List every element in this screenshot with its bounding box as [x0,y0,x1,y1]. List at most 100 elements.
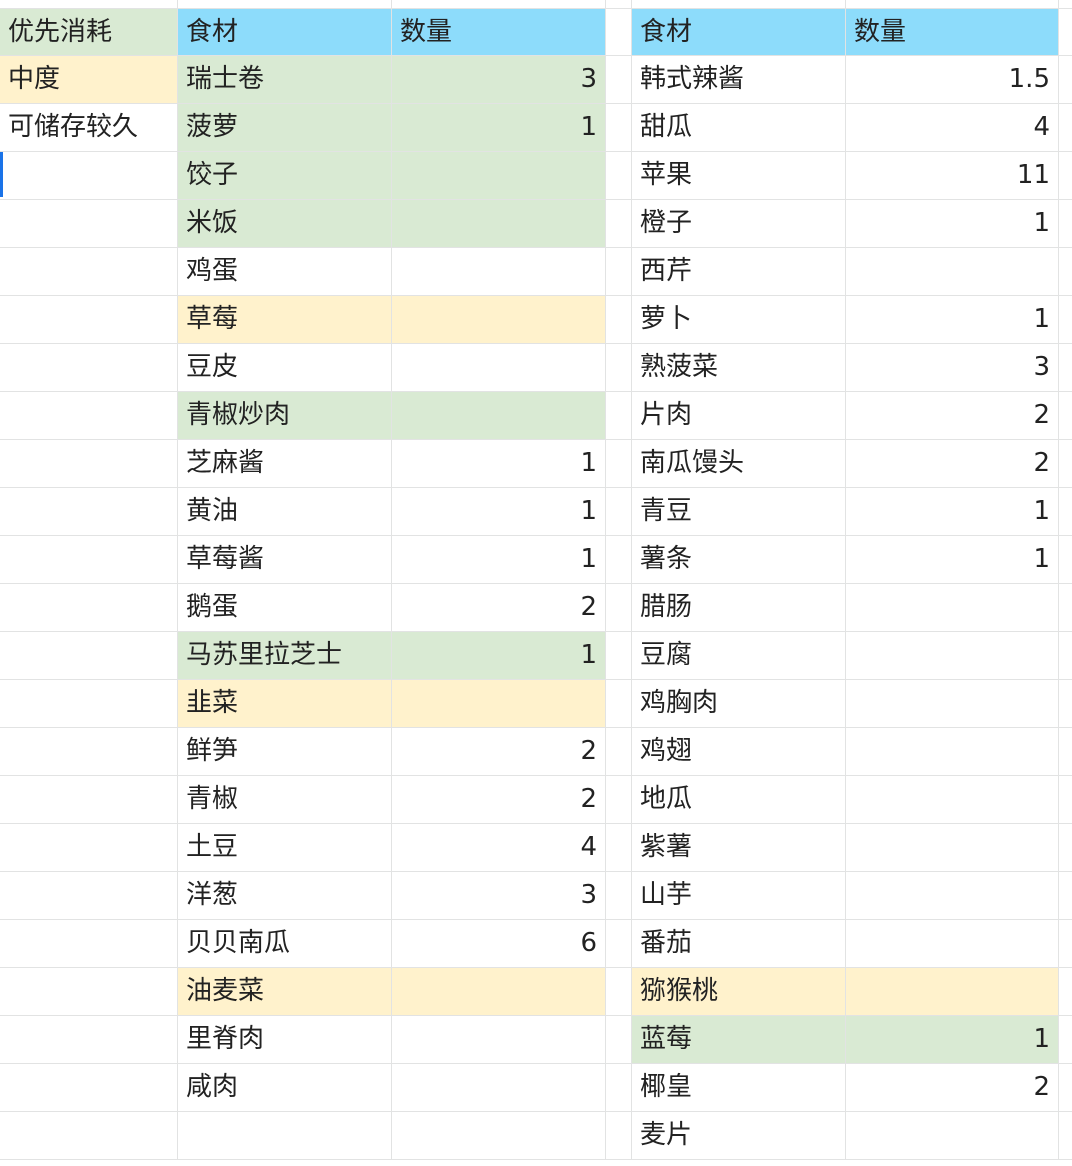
table2-qty-cell[interactable] [846,968,1059,1016]
legend-item-cell[interactable]: 可储存较久 [0,104,178,152]
spacer-cell[interactable] [606,392,632,440]
table2-name-cell[interactable]: 山芋 [632,872,846,920]
table1-qty-cell[interactable]: 2 [392,584,606,632]
table2-qty-cell[interactable]: 11 [846,152,1059,200]
empty-cell[interactable] [0,680,178,728]
spacer-cell[interactable] [606,632,632,680]
table1-name-cell[interactable]: 豆皮 [178,344,392,392]
empty-cell[interactable] [0,344,178,392]
table1-name-cell[interactable]: 油麦菜 [178,968,392,1016]
table2-name-cell[interactable]: 韩式辣酱 [632,56,846,104]
trailing-cell[interactable] [1059,584,1072,632]
spacer-cell[interactable] [606,296,632,344]
trailing-cell[interactable] [1059,56,1072,104]
table1-qty-cell[interactable]: 4 [392,824,606,872]
table1-name-cell[interactable]: 土豆 [178,824,392,872]
table2-qty-cell[interactable]: 2 [846,392,1059,440]
table2-header-name[interactable]: 食材 [632,8,846,56]
table1-qty-cell[interactable] [392,248,606,296]
table1-name-cell[interactable]: 鲜笋 [178,728,392,776]
table1-name-cell[interactable]: 草莓酱 [178,536,392,584]
trailing-cell[interactable] [1059,344,1072,392]
legend-header-cell[interactable]: 优先消耗 [0,8,178,56]
trailing-cell[interactable] [1059,536,1072,584]
table2-name-cell[interactable]: 椰皇 [632,1064,846,1112]
table1-qty-cell[interactable] [392,200,606,248]
spacer-cell[interactable] [606,1112,632,1160]
table1-qty-cell[interactable]: 3 [392,56,606,104]
table2-qty-cell[interactable]: 1 [846,200,1059,248]
spacer-cell[interactable] [606,824,632,872]
spacer-cell[interactable] [606,536,632,584]
empty-cell[interactable] [0,200,178,248]
table2-name-cell[interactable]: 苹果 [632,152,846,200]
table2-qty-cell[interactable] [846,776,1059,824]
table1-qty-cell[interactable]: 6 [392,920,606,968]
spacer-cell[interactable] [606,680,632,728]
table2-name-cell[interactable]: 片肉 [632,392,846,440]
empty-cell[interactable] [0,872,178,920]
table1-name-cell[interactable]: 青椒 [178,776,392,824]
table2-qty-cell[interactable] [846,1112,1059,1160]
empty-cell[interactable] [0,1064,178,1112]
table2-qty-cell[interactable]: 2 [846,440,1059,488]
empty-cell[interactable] [0,728,178,776]
table2-name-cell[interactable]: 猕猴桃 [632,968,846,1016]
trailing-cell[interactable] [1059,248,1072,296]
table1-qty-cell[interactable]: 2 [392,776,606,824]
table2-name-cell[interactable]: 紫薯 [632,824,846,872]
spacer-cell[interactable] [606,440,632,488]
spacer-cell[interactable] [606,344,632,392]
spacer-cell[interactable] [606,776,632,824]
spacer-cell[interactable] [606,152,632,200]
trailing-cell[interactable] [1059,488,1072,536]
empty-cell[interactable] [0,824,178,872]
trailing-cell[interactable] [1059,776,1072,824]
spacer-cell[interactable] [606,104,632,152]
table1-qty-cell[interactable]: 1 [392,632,606,680]
spacer-cell[interactable] [606,56,632,104]
table2-name-cell[interactable]: 地瓜 [632,776,846,824]
table2-qty-cell[interactable] [846,248,1059,296]
empty-cell[interactable] [0,920,178,968]
spacer-cell[interactable] [606,1016,632,1064]
table2-name-cell[interactable]: 鸡胸肉 [632,680,846,728]
empty-cell[interactable] [0,632,178,680]
table1-name-cell[interactable]: 鹅蛋 [178,584,392,632]
table1-name-cell[interactable]: 菠萝 [178,104,392,152]
empty-cell[interactable] [0,1016,178,1064]
empty-cell[interactable] [0,584,178,632]
table1-qty-cell[interactable] [392,1016,606,1064]
table2-qty-cell[interactable]: 1 [846,1016,1059,1064]
empty-cell[interactable] [0,392,178,440]
trailing-cell[interactable] [1059,8,1072,56]
table2-qty-cell[interactable]: 1.5 [846,56,1059,104]
table1-name-cell[interactable]: 咸肉 [178,1064,392,1112]
table2-name-cell[interactable]: 蓝莓 [632,1016,846,1064]
table2-qty-cell[interactable] [846,680,1059,728]
spacer-cell[interactable] [606,968,632,1016]
table2-qty-cell[interactable] [846,632,1059,680]
table1-qty-cell[interactable] [392,152,606,200]
empty-cell[interactable] [0,248,178,296]
trailing-cell[interactable] [1059,680,1072,728]
table2-name-cell[interactable]: 甜瓜 [632,104,846,152]
table2-qty-cell[interactable] [846,824,1059,872]
table2-qty-cell[interactable]: 1 [846,488,1059,536]
empty-cell[interactable] [0,536,178,584]
table2-name-cell[interactable]: 鸡翅 [632,728,846,776]
table2-name-cell[interactable]: 熟菠菜 [632,344,846,392]
trailing-cell[interactable] [1059,440,1072,488]
table1-qty-cell[interactable] [392,1112,606,1160]
table1-name-cell[interactable] [178,1112,392,1160]
trailing-cell[interactable] [1059,200,1072,248]
table2-qty-cell[interactable]: 4 [846,104,1059,152]
table1-qty-cell[interactable]: 1 [392,104,606,152]
empty-cell[interactable] [0,1112,178,1160]
table2-qty-cell[interactable] [846,872,1059,920]
table1-name-cell[interactable]: 韭菜 [178,680,392,728]
table1-name-cell[interactable]: 黄油 [178,488,392,536]
trailing-cell[interactable] [1059,872,1072,920]
spacer-cell[interactable] [606,872,632,920]
table1-name-cell[interactable]: 贝贝南瓜 [178,920,392,968]
